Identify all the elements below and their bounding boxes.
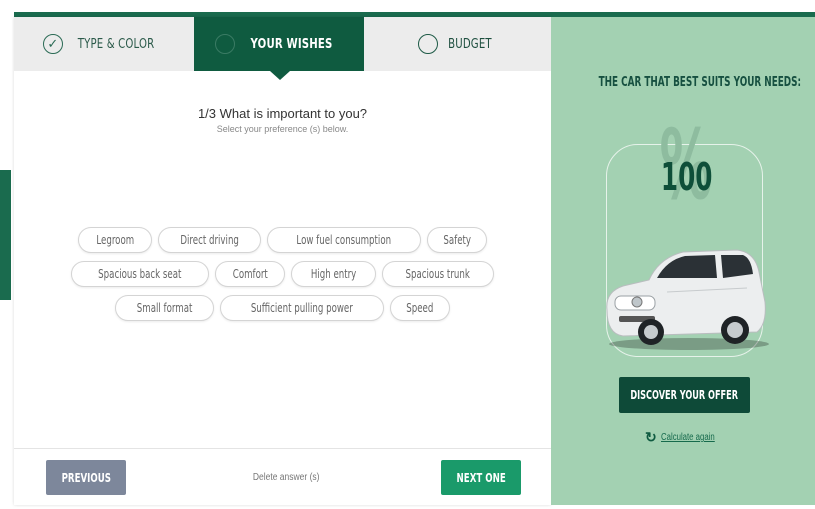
check-circle-icon: ✓ [42,34,63,54]
offer-label: DISCOVER YOUR OFFER [630,388,739,402]
option-small-format[interactable]: Small format [115,295,215,321]
delete-answers-link[interactable]: Delete answer (s) [226,472,346,483]
tab-label: TYPE & COLOR [77,36,155,52]
tab-label: BUDGET [447,36,492,52]
active-tab-pointer [270,71,290,80]
question-title: 1/3 What is important to you? [197,106,368,121]
tab-label: YOUR WISHES [250,36,332,52]
next-label: NEXT ONE [456,470,506,485]
recalc-label: Calculate again [660,432,715,443]
option-low-fuel-consumption[interactable]: Low fuel consumption [267,227,421,253]
result-title: THE CAR THAT BEST SUITS YOUR NEEDS: [598,75,802,90]
option-label: Safety [443,233,471,247]
circle-icon [214,34,235,54]
option-spacious-trunk[interactable]: Spacious trunk [382,261,494,287]
options-row: Spacious back seat Comfort High entry Sp… [14,261,551,287]
option-label: Low fuel consumption [296,233,392,247]
option-label: High entry [311,267,357,281]
option-comfort[interactable]: Comfort [214,261,286,287]
option-label: Small format [137,301,193,315]
result-panel: THE CAR THAT BEST SUITS YOUR NEEDS: % 10… [551,17,815,505]
option-safety[interactable]: Safety [426,227,488,253]
match-score: 100 [661,155,713,199]
options-row: Legroom Direct driving Low fuel consumpt… [14,227,551,253]
option-legroom[interactable]: Legroom [77,227,153,253]
footer-divider [14,448,551,449]
question-subtitle: Select your preference (s) below. [216,124,349,134]
option-label: Legroom [95,233,134,247]
left-accent-strip [0,170,11,300]
discover-offer-button[interactable]: DISCOVER YOUR OFFER [619,377,750,413]
option-label: Speed [406,301,434,315]
option-spacious-back-seat[interactable]: Spacious back seat [71,261,209,287]
option-sufficient-pulling-power[interactable]: Sufficient pulling power [220,295,385,321]
option-label: Sufficient pulling power [251,301,354,315]
refresh-icon: ↻ [645,429,657,445]
option-high-entry[interactable]: High entry [291,261,377,287]
wizard-card: ✓ TYPE & COLOR YOUR WISHES BUDGET 1/3 Wh… [14,17,551,505]
option-label: Comfort [232,267,268,281]
delete-label: Delete answer (s) [252,472,320,483]
option-label: Spacious trunk [405,267,471,281]
car-image [606,249,769,350]
tab-your-wishes[interactable]: YOUR WISHES [194,17,364,80]
circle-icon [417,34,438,54]
tab-type-color[interactable]: ✓ TYPE & COLOR [14,17,194,71]
next-button[interactable]: NEXT ONE [441,460,521,495]
option-direct-driving[interactable]: Direct driving [158,227,262,253]
calculate-again-link[interactable]: ↻ Calculate again [645,429,735,446]
step-tabs: ✓ TYPE & COLOR YOUR WISHES BUDGET [14,17,551,80]
options-row: Small format Sufficient pulling power Sp… [14,295,551,321]
preference-options: Legroom Direct driving Low fuel consumpt… [14,227,551,329]
option-label: Direct driving [180,233,240,247]
option-label: Spacious back seat [98,267,182,281]
tab-budget[interactable]: BUDGET [364,17,551,71]
option-speed[interactable]: Speed [390,295,450,321]
previous-label: PREVIOUS [61,470,111,485]
previous-button[interactable]: PREVIOUS [46,460,126,495]
